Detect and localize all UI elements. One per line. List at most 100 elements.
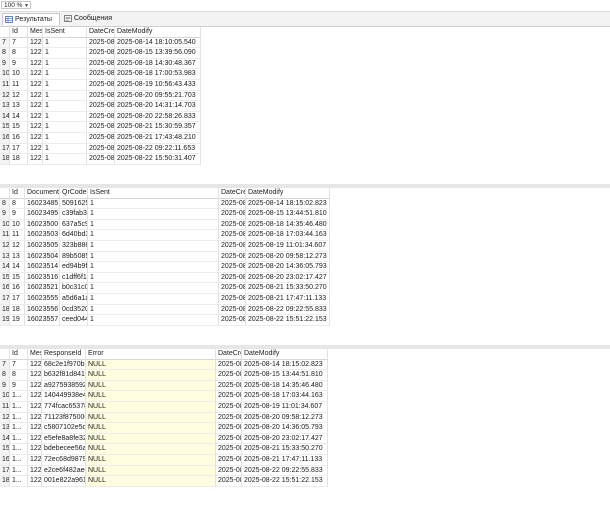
table-row[interactable]: 101...122743498140449938e48498691580b7dc… [0, 391, 610, 402]
table-row[interactable]: 171...122743644e2ce6f482aed41cdbf9b02c1c… [0, 465, 610, 477]
table-cell[interactable]: 122743670 [28, 476, 42, 487]
table-cell[interactable]: 001e822a961b4f23b12865cdb9edb8e9 [42, 476, 86, 487]
table-cell[interactable]: 122743455 [28, 370, 42, 381]
row-number[interactable]: 11 [0, 402, 10, 413]
row-number[interactable]: 9 [0, 58, 10, 70]
table-row[interactable]: 111112274350412025-08-19 10:56:33.817202… [0, 80, 610, 91]
table-cell[interactable]: 2025-08-21 15:30:59.357 [216, 444, 242, 455]
row-number[interactable]: 14 [0, 262, 10, 273]
table-row[interactable]: 131...122743572c5807102e5d940d6b5be2b977… [0, 423, 610, 434]
table-cell[interactable]: 2025-08-21 17:47:11.133 [242, 455, 328, 466]
table-cell[interactable]: 15 [10, 272, 25, 284]
table-row[interactable]: 1818160235560cd352020f754e328605bf690309… [0, 304, 610, 316]
row-number[interactable]: 12 [0, 412, 10, 424]
table-cell[interactable]: 2025-08-22 09:22:55.833 [246, 304, 330, 316]
table-cell[interactable]: 2025-08-20 09:58:12.273 [219, 251, 246, 263]
table-cell[interactable]: 1 [43, 48, 87, 59]
table-cell[interactable]: 2025-08-14 18:15:02.823 [242, 359, 328, 371]
table-cell[interactable]: NULL [86, 476, 216, 487]
table-cell[interactable]: 12 [10, 241, 25, 252]
table-cell[interactable]: 2025-08-19 10:56:43.433 [115, 80, 201, 91]
row-number[interactable]: 13 [0, 423, 10, 434]
table-cell[interactable]: NULL [86, 380, 216, 392]
table-cell[interactable]: 2025-08-22 15:51:22.153 [246, 315, 330, 326]
table-cell[interactable]: 10 [10, 69, 28, 80]
table-cell[interactable]: 2025-08-18 17:00:53.983 [115, 69, 201, 80]
table-cell[interactable]: 13 [10, 101, 28, 112]
table-cell[interactable]: 72ec68d98797410b185c680006b5573 [42, 455, 86, 466]
table-cell[interactable]: 2025-08-14 18:15:02.823 [246, 198, 330, 210]
table-cell[interactable]: 8 [10, 48, 28, 59]
table-cell[interactable]: bdebecee56ac4621ad81bf3488636373 [42, 444, 86, 455]
table-cell[interactable]: 1 [43, 111, 87, 123]
select-all-corner[interactable] [0, 27, 10, 38]
table-cell[interactable]: 122743546 [28, 412, 42, 424]
table-cell[interactable]: 2025-08-21 17:43:48.210 [115, 133, 201, 144]
column-header-datemodify[interactable]: DateModify [242, 349, 328, 360]
table-cell[interactable]: 1 [88, 209, 219, 220]
table-cell[interactable]: 11 [10, 230, 25, 241]
table-cell[interactable]: 7 [10, 37, 28, 49]
row-number[interactable]: 8 [0, 48, 10, 59]
table-cell[interactable]: a5d6a1a96ef74b67b143f89d9cc9e453 [60, 294, 88, 305]
table-row[interactable]: 171716023555a5d6a1a96ef74b67b143f89d9cc9… [0, 294, 610, 305]
table-cell[interactable]: 2025-08-20 14:31:05.377 [87, 101, 115, 112]
table-cell[interactable]: 2025-08-15 13:39:51.633 [87, 48, 115, 59]
table-cell[interactable]: c39fab327c1a4967a1b2143431e862e5 [60, 209, 88, 220]
table-cell[interactable]: ceed044d9d394572b573733a9ade4293 [60, 315, 88, 326]
table-cell[interactable]: 2025-08-18 14:30:46.130 [87, 58, 115, 70]
table-cell[interactable]: a927593859214ec1856d0e41557bd30a [42, 380, 86, 392]
row-number[interactable]: 19 [0, 315, 10, 326]
table-cell[interactable]: 509162574468402c89fb223eccfd4134 [60, 198, 88, 210]
row-number[interactable]: 13 [0, 251, 10, 263]
table-cell[interactable]: NULL [86, 391, 216, 402]
table-cell[interactable]: 16023505 [25, 241, 60, 252]
table-cell[interactable]: c5807102e5d940d6b5be2b97774f5e37 [42, 423, 86, 434]
table-cell[interactable]: NULL [86, 402, 216, 413]
table-cell[interactable]: 122743670 [28, 154, 43, 165]
row-number[interactable]: 10 [0, 69, 10, 80]
table-cell[interactable]: NULL [86, 465, 216, 477]
table-cell[interactable]: 122743455 [28, 48, 43, 59]
table-row[interactable]: 7712274344968c2e1f970b14e998b447d05758b7… [0, 359, 610, 371]
table-cell[interactable]: 1... [10, 455, 28, 466]
table-cell[interactable]: 6d40bd3b532342b592c92fa9154b169d [60, 230, 88, 241]
row-number[interactable]: 10 [0, 391, 10, 402]
column-header-datemodify[interactable]: DateModify [246, 188, 330, 199]
table-cell[interactable]: 7 [10, 359, 28, 371]
table-cell[interactable]: 17 [10, 294, 25, 305]
table-cell[interactable]: 1 [88, 230, 219, 241]
table-row[interactable]: 161...12274363572ec68d98797410b185c68000… [0, 455, 610, 466]
table-cell[interactable]: 2025-08-14 18:10:05.527 [216, 359, 242, 371]
table-cell[interactable]: 2025-08-20 14:36:05.793 [219, 262, 246, 273]
table-cell[interactable]: 2025-08-19 10:56:33.817 [87, 80, 115, 91]
table-cell[interactable]: 2025-08-20 14:31:14.703 [216, 423, 242, 434]
table-row[interactable]: 121212274354612025-08-20 09:53:11.737202… [0, 90, 610, 102]
table-cell[interactable]: 2025-08-22 15:50:21.107 [87, 154, 115, 165]
table-cell[interactable]: 2025-08-21 17:47:11.133 [246, 294, 330, 305]
table-row[interactable]: 161612274363512025-08-21 17:43:38.733202… [0, 133, 610, 144]
column-header-datecreated[interactable]: DateCreated [216, 349, 242, 360]
table-cell[interactable]: 2025-08-20 09:58:12.273 [242, 412, 328, 424]
table-cell[interactable]: NULL [86, 444, 216, 455]
row-number[interactable]: 8 [0, 198, 10, 210]
table-cell[interactable]: 2025-08-18 14:35:46.480 [219, 219, 246, 231]
table-cell[interactable]: NULL [86, 455, 216, 466]
table-cell[interactable]: 8 [10, 198, 25, 210]
table-cell[interactable]: 2025-08-15 13:39:56.090 [115, 48, 201, 59]
row-number[interactable]: 17 [0, 294, 10, 305]
table-row[interactable]: 1111160235036d40bd3b532342b592c92fa9154b… [0, 230, 610, 241]
table-cell[interactable]: 16023556 [25, 304, 60, 316]
results-grid-2[interactable]: IdDocumentIdQrCodeFileIsSentDateCreatedD… [0, 188, 610, 345]
table-cell[interactable]: 16023521 [25, 283, 60, 294]
row-number[interactable]: 15 [0, 272, 10, 284]
table-row[interactable]: 161616023521b0c31c0a4a9941ff995f65d17cab… [0, 283, 610, 294]
table-cell[interactable]: 1... [10, 402, 28, 413]
table-cell[interactable]: 1 [88, 283, 219, 294]
table-row[interactable]: 151512274360712025-08-21 15:28:49.800202… [0, 122, 610, 133]
table-cell[interactable]: 2025-08-22 09:22:55.833 [242, 465, 328, 477]
table-cell[interactable]: 13 [10, 251, 25, 263]
table-cell[interactable]: 1 [88, 219, 219, 231]
table-cell[interactable]: 1 [88, 251, 219, 263]
results-grid-1[interactable]: IdMessageIdIsSentDateCreatedDateModify77… [0, 27, 610, 184]
